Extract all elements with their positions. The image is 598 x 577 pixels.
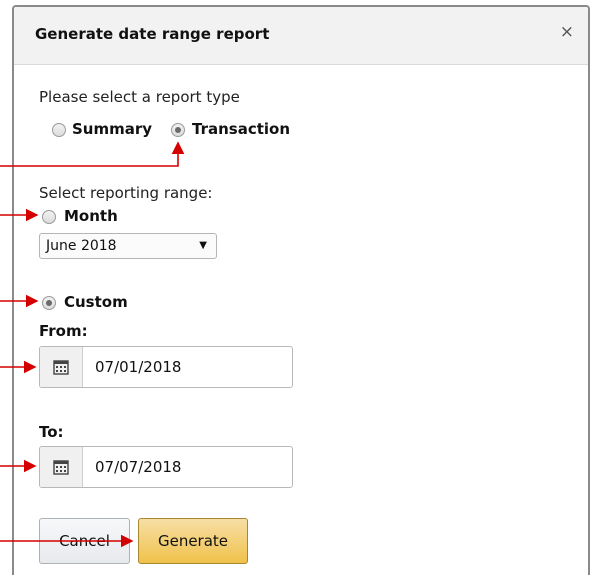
annotation-arrows: [0, 141, 185, 548]
arrow-to-transaction: [0, 141, 185, 167]
